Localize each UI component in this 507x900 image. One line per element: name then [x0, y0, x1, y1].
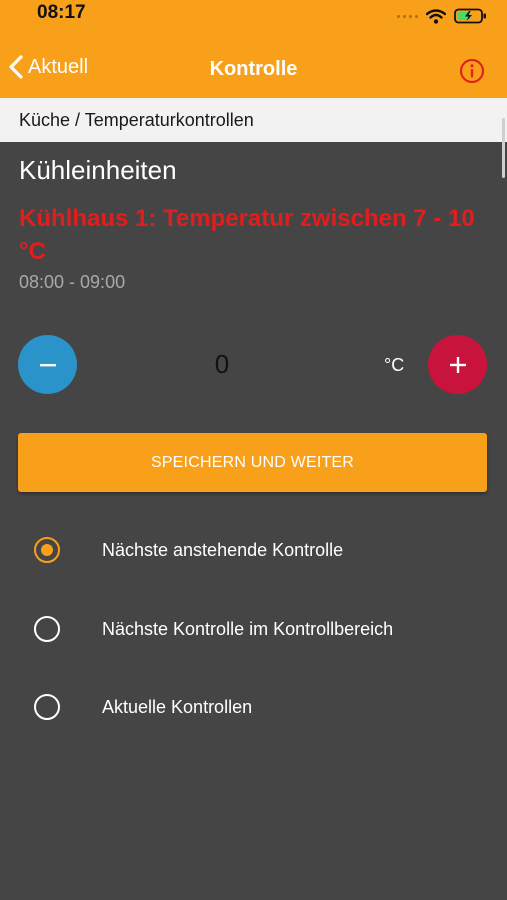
option-next-in-area[interactable]: Nächste Kontrolle im Kontrollbereich	[34, 609, 494, 649]
section-heading: Kühleinheiten	[19, 155, 177, 185]
wifi-icon	[426, 8, 446, 24]
save-and-continue-button[interactable]: SPEICHERN UND WEITER	[18, 433, 487, 492]
option-label: Nächste Kontrolle im Kontrollbereich	[102, 618, 394, 639]
breadcrumb-text: Küche / Temperaturkontrollen	[19, 109, 254, 130]
option-label: Nächste anstehende Kontrolle	[102, 539, 344, 560]
time-range: 08:00 - 09:00	[19, 272, 126, 292]
temperature-value[interactable]: 0	[198, 349, 246, 380]
check-title: Kühlhaus 1: Temperatur zwischen 7 - 10 °…	[19, 205, 475, 265]
app-header: 08:17 Aktuell Kontrolle	[0, 0, 507, 98]
page-title: Kontrolle	[209, 58, 298, 80]
save-button-label: SPEICHERN UND WEITER	[150, 453, 355, 471]
option-label: Aktuelle Kontrollen	[102, 696, 253, 717]
status-time: 08:17	[37, 2, 86, 23]
info-icon[interactable]	[459, 58, 485, 84]
minus-icon	[39, 363, 56, 366]
status-icons	[397, 8, 487, 24]
plus-icon	[449, 356, 466, 373]
option-current-checks[interactable]: Aktuelle Kontrollen	[34, 687, 494, 727]
decrement-button[interactable]	[18, 335, 77, 394]
radio-unselected-icon[interactable]	[34, 616, 60, 642]
cellular-signal-icon	[397, 14, 418, 18]
radio-unselected-icon[interactable]	[34, 694, 60, 720]
breadcrumb: Küche / Temperaturkontrollen	[0, 98, 507, 142]
battery-charging-icon	[454, 8, 486, 24]
radio-selected-icon[interactable]	[34, 537, 60, 563]
scroll-indicator	[502, 118, 505, 178]
unit-label: °C	[384, 355, 405, 375]
option-next-upcoming[interactable]: Nächste anstehende Kontrolle	[34, 530, 494, 570]
increment-button[interactable]	[428, 335, 487, 394]
